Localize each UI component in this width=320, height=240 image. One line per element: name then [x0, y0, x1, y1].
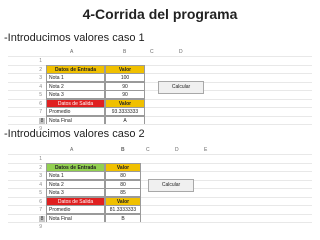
row-number[interactable]: 3 — [32, 75, 42, 81]
row-number[interactable]: 6 — [32, 199, 42, 205]
row-number[interactable]: 3 — [32, 173, 42, 179]
row-number[interactable]: 5 — [32, 190, 42, 196]
column-header-b[interactable]: B — [121, 147, 125, 153]
column-header-d[interactable]: D — [175, 147, 179, 153]
row-number[interactable]: 2 — [32, 165, 42, 171]
row-number[interactable]: 5 — [32, 92, 42, 98]
column-headers: A B C D E — [8, 146, 312, 154]
sheet-row: 8 Nota Final B — [8, 213, 312, 223]
spreadsheet-case-2: A B C D E 1 2 Datos de Entrada Valor 3 N… — [8, 146, 312, 231]
column-header-d[interactable]: D — [179, 49, 183, 55]
row-number[interactable]: 1 — [32, 58, 42, 64]
sheet-row: 2 Datos de Entrada Valor — [8, 162, 312, 172]
row-number[interactable]: 7 — [32, 207, 42, 213]
column-header-c[interactable]: C — [146, 147, 150, 153]
row-number[interactable]: 8 — [39, 215, 45, 222]
column-header-a[interactable]: A — [70, 147, 73, 153]
column-header-c[interactable]: C — [150, 49, 154, 55]
sheet-row: 7 Promedio 81.3333333 — [8, 205, 312, 214]
sheet-row: 1 — [8, 154, 312, 163]
row-number[interactable]: 7 — [32, 109, 42, 115]
spreadsheet-case-1: A B C D 1 2 Datos de Entrada Valor 3 Not… — [8, 48, 312, 133]
sheet-row: 6 Datos de Salida Valor — [8, 98, 312, 108]
column-headers: A B C D — [8, 48, 312, 56]
row-number[interactable]: 9 — [32, 224, 42, 230]
row-number[interactable]: 1 — [32, 156, 42, 162]
sheet-row: 8 Nota Final A — [8, 115, 312, 125]
row-number[interactable]: 4 — [32, 84, 42, 90]
column-header-e[interactable]: E — [204, 147, 207, 153]
calculate-button[interactable]: Calcular — [158, 81, 204, 94]
case1-caption: -Introducimos valores caso 1 — [4, 32, 145, 44]
sheet-row: 1 — [8, 56, 312, 65]
sheet-row: 7 Promedio 93.3333333 — [8, 107, 312, 116]
column-header-b[interactable]: B — [123, 49, 126, 55]
calculate-button[interactable]: Calcular — [148, 179, 194, 192]
sheet-row: 6 Datos de Salida Valor — [8, 196, 312, 206]
row-number[interactable]: 6 — [32, 101, 42, 107]
case2-caption: -Introducimos valores caso 2 — [4, 128, 145, 140]
slide-title: 4-Corrida del programa — [82, 6, 238, 22]
row-number[interactable]: 4 — [32, 182, 42, 188]
row-number[interactable]: 8 — [39, 117, 45, 124]
sheet-row: 2 Datos de Entrada Valor — [8, 64, 312, 74]
sheet-row: 9 — [8, 222, 312, 231]
row-number[interactable]: 2 — [32, 67, 42, 73]
column-header-a[interactable]: A — [70, 49, 73, 55]
